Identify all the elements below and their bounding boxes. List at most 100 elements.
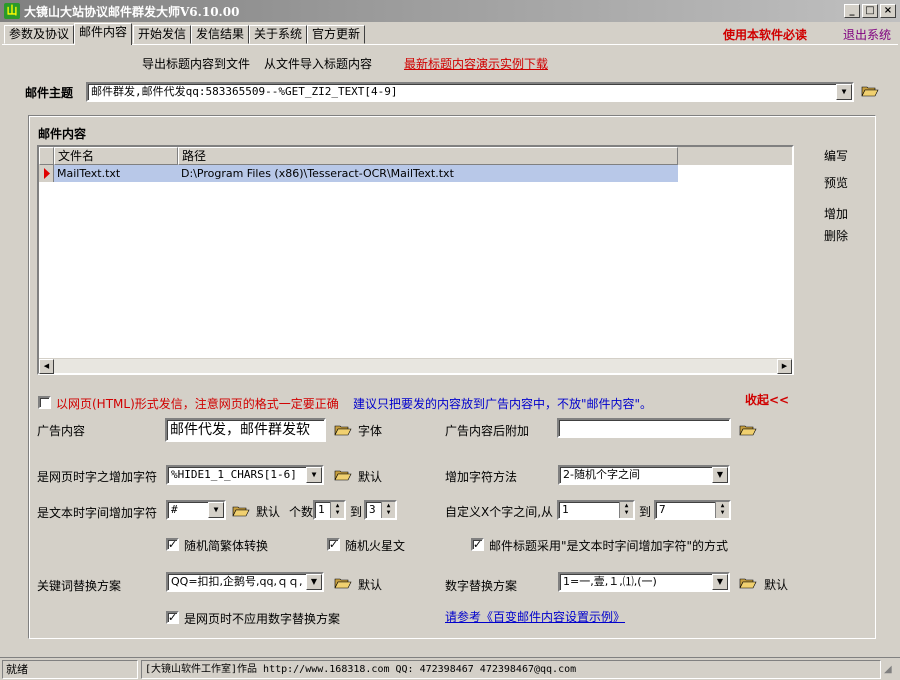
spinner-arrows-icon[interactable]: ▲ ▼ bbox=[715, 502, 729, 518]
download-example-link[interactable]: 最新标题内容演示实例下载 bbox=[404, 55, 548, 72]
no-digit-replace-checkbox[interactable]: ✓ bbox=[166, 611, 179, 624]
chevron-down-icon[interactable]: ▼ bbox=[836, 84, 852, 100]
folder-open-icon[interactable] bbox=[334, 468, 352, 482]
add-method-label: 增加字符方法 bbox=[445, 470, 518, 484]
html-mode-label: 以网页(HTML)形式发信，注意网页的格式一定要正确 bbox=[56, 397, 339, 411]
folder-open-icon[interactable] bbox=[739, 576, 757, 590]
export-subject-button[interactable]: 导出标题内容到文件 bbox=[142, 55, 250, 72]
count-to-value: 3 bbox=[369, 503, 376, 516]
folder-open-icon[interactable] bbox=[334, 423, 352, 437]
count-from-spinner[interactable]: 1 ▲ ▼ bbox=[313, 500, 346, 520]
subject-label: 邮件主题 bbox=[25, 86, 74, 100]
custom-between-label: 自定义X个字之间,从 bbox=[445, 505, 554, 519]
text-chars-combo[interactable]: # ▼ bbox=[166, 500, 226, 520]
spinner-arrows-icon[interactable]: ▲ ▼ bbox=[619, 502, 633, 518]
app-logo-icon: 山 bbox=[4, 3, 20, 19]
keyword-replace-label: 关键词替换方案 bbox=[37, 579, 122, 593]
trad-convert-checkbox[interactable]: ✓ bbox=[166, 538, 179, 551]
content-group-title: 邮件内容 bbox=[38, 127, 87, 141]
digit-replace-label: 数字替换方案 bbox=[445, 579, 518, 593]
custom-from-value: 1 bbox=[562, 503, 569, 516]
font-button[interactable]: 字体 bbox=[358, 422, 382, 439]
keyword-replace-combo[interactable]: QQ=扣扣,企鹅号,qq,ｑｑ, ▼ bbox=[166, 572, 324, 592]
digit-replace-combo[interactable]: 1=一,壹,１,⑴,(一) ▼ bbox=[558, 572, 730, 592]
folder-open-icon[interactable] bbox=[861, 84, 879, 98]
webpage-chars-default-button[interactable]: 默认 bbox=[358, 468, 382, 485]
column-header-path[interactable]: 路径 bbox=[178, 147, 678, 165]
status-info: [大镜山软件工作室]作品 http://www.168318.com QQ: 4… bbox=[141, 660, 881, 679]
tab-start-send[interactable]: 开始发信 bbox=[133, 25, 192, 44]
row-path: D:\Program Files (x86)\Tesseract-OCR\Mai… bbox=[178, 165, 678, 182]
trad-convert-label: 随机简繁体转换 bbox=[184, 539, 269, 553]
example-link[interactable]: 请参考《百变邮件内容设置示例》 bbox=[445, 608, 625, 625]
subject-combo[interactable]: 邮件群发,邮件代发qq:583365509--%GET_ZI2_TEXT[4-9… bbox=[86, 82, 854, 102]
custom-to-spinner[interactable]: 7 ▲ ▼ bbox=[654, 500, 731, 520]
spinner-arrows-icon[interactable]: ▲ ▼ bbox=[381, 502, 395, 518]
row-indicator-header bbox=[39, 147, 54, 165]
text-chars-value: # bbox=[171, 503, 178, 516]
preview-button[interactable]: 预览 bbox=[824, 174, 848, 191]
must-read-link[interactable]: 使用本软件必读 bbox=[723, 26, 807, 43]
chevron-down-icon[interactable]: ▼ bbox=[306, 574, 322, 590]
exit-link[interactable]: 退出系统 bbox=[843, 26, 891, 43]
tab-panel-border bbox=[2, 44, 898, 45]
webpage-chars-label: 是网页时字之增加字符 bbox=[37, 470, 158, 484]
ad-content-label: 广告内容 bbox=[37, 424, 86, 438]
collapse-button[interactable]: 收起<< bbox=[745, 391, 789, 408]
edit-button[interactable]: 编写 bbox=[824, 147, 848, 164]
count-to-spinner[interactable]: 3 ▲ ▼ bbox=[364, 500, 397, 520]
chevron-down-icon[interactable]: ▼ bbox=[306, 467, 322, 483]
column-header-filename[interactable]: 文件名 bbox=[54, 147, 178, 165]
keyword-default-button[interactable]: 默认 bbox=[358, 576, 382, 593]
folder-open-icon[interactable] bbox=[739, 423, 757, 437]
mars-text-checkbox[interactable]: ✓ bbox=[327, 538, 340, 551]
window-title: 大镜山大站协议邮件群发大师V6.10.00 bbox=[24, 4, 240, 19]
ad-append-label: 广告内容后附加 bbox=[445, 424, 530, 438]
html-mode-checkbox[interactable] bbox=[38, 396, 51, 409]
close-button[interactable]: × bbox=[880, 4, 896, 18]
minimize-button[interactable]: _ bbox=[844, 4, 860, 18]
digit-default-button[interactable]: 默认 bbox=[764, 576, 788, 593]
webpage-chars-combo[interactable]: %HIDE1_1_CHARS[1-6] ▼ bbox=[166, 465, 324, 485]
tab-params[interactable]: 参数及协议 bbox=[4, 25, 75, 44]
maximize-button[interactable]: □ bbox=[862, 4, 878, 18]
tab-about[interactable]: 关于系统 bbox=[249, 25, 308, 44]
resize-grip-icon[interactable]: ◢ bbox=[884, 664, 898, 678]
scroll-right-icon[interactable]: ▶ bbox=[777, 359, 792, 374]
add-button[interactable]: 增加 bbox=[824, 205, 848, 222]
mars-text-label: 随机火星文 bbox=[345, 539, 406, 553]
tab-update[interactable]: 官方更新 bbox=[307, 25, 366, 44]
subject-add-chars-checkbox[interactable]: ✓ bbox=[471, 538, 484, 551]
status-ready: 就绪 bbox=[2, 660, 138, 679]
tab-send-result[interactable]: 发信结果 bbox=[191, 25, 250, 44]
chevron-down-icon[interactable]: ▼ bbox=[712, 467, 728, 483]
add-method-combo[interactable]: 2-随机个字之间 ▼ bbox=[558, 465, 730, 485]
row-filename: MailText.txt bbox=[54, 165, 178, 182]
chevron-down-icon[interactable]: ▼ bbox=[712, 574, 728, 590]
chevron-down-icon[interactable]: ▼ bbox=[208, 502, 224, 518]
folder-open-icon[interactable] bbox=[334, 576, 352, 590]
tab-mail-content[interactable]: 邮件内容 bbox=[74, 23, 133, 45]
scroll-left-icon[interactable]: ◀ bbox=[39, 359, 54, 374]
custom-to-label: 到 bbox=[639, 505, 652, 519]
ad-content-input[interactable]: 邮件代发，邮件群发软 bbox=[165, 418, 326, 442]
subject-value: 邮件群发,邮件代发qq:583365509--%GET_ZI2_TEXT[4-9… bbox=[91, 85, 398, 98]
status-bar: 就绪 [大镜山软件工作室]作品 http://www.168318.com QQ… bbox=[0, 657, 900, 680]
current-row-arrow-icon bbox=[39, 165, 54, 182]
ad-append-input[interactable] bbox=[557, 418, 731, 438]
horizontal-scrollbar[interactable]: ◀ ▶ bbox=[39, 358, 792, 374]
count-from-value: 1 bbox=[318, 503, 325, 516]
text-chars-default-button[interactable]: 默认 bbox=[256, 503, 280, 520]
no-digit-replace-label: 是网页时不应用数字替换方案 bbox=[184, 612, 341, 626]
spinner-arrows-icon[interactable]: ▲ ▼ bbox=[330, 502, 344, 518]
table-row[interactable]: MailText.txt D:\Program Files (x86)\Tess… bbox=[39, 165, 792, 182]
custom-from-spinner[interactable]: 1 ▲ ▼ bbox=[557, 500, 635, 520]
text-chars-label: 是文本时字间增加字符 bbox=[37, 506, 158, 520]
content-hint-text: 建议只把要发的内容放到广告内容中，不放"邮件内容"。 bbox=[353, 397, 653, 411]
content-file-list[interactable]: 文件名 路径 MailText.txt D:\Program Files (x8… bbox=[37, 145, 794, 375]
delete-button[interactable]: 删除 bbox=[824, 227, 848, 244]
keyword-replace-value: QQ=扣扣,企鹅号,qq,ｑｑ, bbox=[171, 575, 303, 588]
folder-open-icon[interactable] bbox=[232, 504, 250, 518]
title-bar: 山 大镜山大站协议邮件群发大师V6.10.00 _ □ × bbox=[0, 0, 900, 22]
import-subject-button[interactable]: 从文件导入标题内容 bbox=[264, 55, 372, 72]
